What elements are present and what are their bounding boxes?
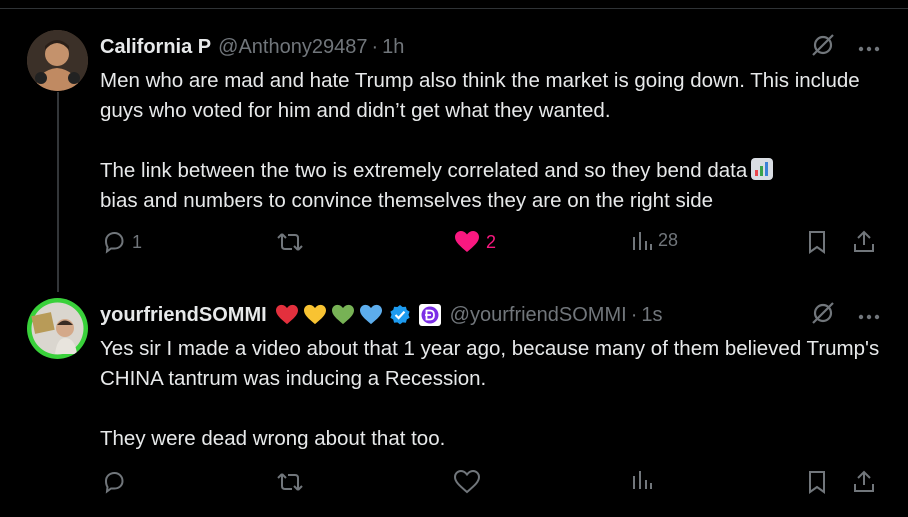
tweet-text: Men who are mad and hate Trump also thin…: [100, 66, 880, 216]
avatar[interactable]: [27, 298, 88, 359]
grok-slash-icon[interactable]: [810, 300, 836, 331]
like-count: 2: [486, 231, 497, 252]
bookmark-button[interactable]: [807, 470, 827, 494]
more-icon[interactable]: [858, 307, 880, 325]
retweet-button[interactable]: [276, 470, 304, 494]
share-button[interactable]: [852, 470, 876, 494]
text-line: bias and numbers to convince themselves …: [100, 189, 714, 212]
affiliate-logo-icon[interactable]: [418, 304, 441, 326]
top-divider: [0, 8, 908, 9]
tweet-actions: 1 2 28: [100, 230, 890, 260]
tweet-actions: [100, 470, 890, 500]
share-button[interactable]: [852, 230, 876, 254]
thread-connector-line: [57, 92, 59, 292]
text-line: Men who are mad and hate Trump also thin…: [100, 69, 860, 122]
blue-heart-icon: [359, 304, 383, 326]
green-heart-icon: [331, 304, 355, 326]
text-line-part: The link between the two is extremely co…: [100, 159, 748, 182]
separator: ·: [371, 35, 379, 58]
text-line: Yes sir I made a video about that 1 year…: [100, 337, 880, 390]
reply-button[interactable]: 1: [102, 230, 142, 254]
handle[interactable]: @Anthony29487: [218, 36, 367, 59]
bookmark-button[interactable]: [807, 230, 827, 254]
views-button[interactable]: 28: [632, 230, 678, 251]
display-name[interactable]: yourfriendSOMMI: [100, 304, 267, 327]
more-icon[interactable]: [858, 39, 880, 57]
like-button[interactable]: [454, 470, 480, 494]
views-count: 28: [658, 230, 679, 250]
text-line: They were dead wrong about that too.: [100, 427, 446, 450]
reply-button[interactable]: [102, 470, 126, 494]
yellow-heart-icon: [303, 304, 327, 326]
timestamp[interactable]: 1h: [382, 36, 404, 59]
like-button[interactable]: 2: [454, 230, 496, 254]
views-button[interactable]: [632, 470, 652, 490]
tweet-header: California P @Anthony29487 · 1h: [100, 34, 404, 60]
verified-badge-icon[interactable]: [389, 304, 411, 326]
handle[interactable]: @yourfriendSOMMI: [450, 304, 627, 327]
timestamp[interactable]: 1s: [641, 304, 662, 327]
reply-count: 1: [132, 231, 143, 252]
tweet-text: Yes sir I made a video about that 1 year…: [100, 334, 880, 454]
bar-chart-emoji-icon: [751, 158, 774, 180]
retweet-button[interactable]: [276, 230, 304, 254]
text-line: The link between the two is extremely co…: [100, 156, 880, 186]
separator: ·: [630, 303, 638, 326]
red-heart-icon: [275, 304, 299, 326]
display-name[interactable]: California P: [100, 36, 211, 59]
avatar[interactable]: [27, 30, 88, 91]
tweet-header: yourfriendSOMMI @yourfriendSOMMI · 1s: [100, 302, 662, 328]
grok-slash-icon[interactable]: [810, 32, 836, 63]
